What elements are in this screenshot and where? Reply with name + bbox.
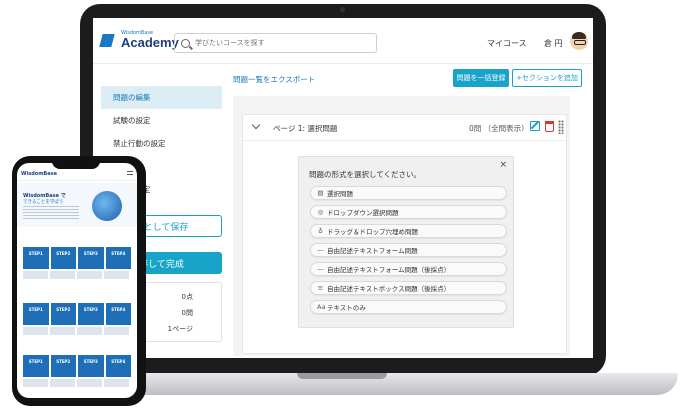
option-text-only[interactable]: Aa テキストのみ: [310, 300, 507, 314]
option-label: 自由記述テキストボックス問題（後採点）: [327, 285, 451, 293]
question-type-options: ▤ 選択問題 ◎ ドロップダウン選択問題 ♁ ドラッグ＆ドロップ穴埋め問題 — …: [310, 186, 507, 319]
step-card: STEP3: [78, 303, 104, 325]
step-card: STEP1: [23, 303, 49, 325]
option-multiple-choice[interactable]: ▤ 選択問題: [310, 186, 507, 200]
question-count: 0問 （全問表示）: [469, 124, 529, 133]
step-card: STEP1: [23, 355, 49, 377]
phone-hero-title: WisdomBase で: [23, 193, 66, 199]
step-card: STEP3: [78, 247, 104, 269]
step-captions: [23, 327, 131, 335]
dialog-title: 問題の形式を選択してください。: [309, 170, 422, 179]
option-dropdown[interactable]: ◎ ドロップダウン選択問題: [310, 205, 507, 219]
menu-icon[interactable]: [127, 171, 133, 175]
drag-drop-icon: ♁: [318, 227, 323, 235]
drag-handle-icon[interactable]: [558, 120, 564, 134]
short-text-icon: —: [317, 246, 324, 254]
text-only-icon: Aa: [317, 303, 326, 311]
step-captions: [23, 271, 131, 279]
phone-steps-row: STEP1 STEP2 STEP3 STEP4: [23, 355, 131, 377]
short-text-graded-icon: —: [317, 265, 324, 273]
phone-hero: WisdomBase で できることを学ぼう: [17, 183, 137, 227]
step-captions: [23, 379, 131, 387]
dropdown-icon: ◎: [317, 208, 324, 216]
option-free-text-form-graded[interactable]: — 自由記述テキストフォーム問題（後採点）: [310, 262, 507, 276]
globe-illustration: [92, 191, 122, 221]
option-label: ドラッグ＆ドロップ穴埋め問題: [327, 228, 418, 236]
close-icon[interactable]: ×: [499, 160, 507, 170]
chevron-down-icon[interactable]: [251, 120, 261, 130]
step-card: STEP1: [23, 247, 49, 269]
option-label: テキストのみ: [327, 304, 366, 312]
step-card: STEP3: [78, 355, 104, 377]
edit-icon[interactable]: [530, 121, 540, 131]
screen-overlay: ページ 1: 選択問題 0問 （全問表示） × 問題の形式を選択してください。 …: [93, 18, 593, 358]
option-label: 自由記述テキストフォーム問題（後採点）: [327, 266, 451, 274]
step-card: STEP4: [105, 303, 131, 325]
phone-hero-subtitle: できることを学ぼう: [23, 200, 64, 205]
phone-notch: [52, 159, 100, 169]
option-free-textbox-graded[interactable]: ≡ 自由記述テキストボックス問題（後採点）: [310, 281, 507, 295]
phone-steps-row: STEP1 STEP2 STEP3 STEP4: [23, 247, 131, 269]
page-title: ページ 1: 選択問題: [273, 124, 338, 133]
option-free-text-form[interactable]: — 自由記述テキストフォーム問題: [310, 243, 507, 257]
page-header: ページ 1: 選択問題 0問 （全問表示）: [243, 115, 566, 141]
camera-dot: [340, 7, 345, 12]
question-type-dialog: × 問題の形式を選択してください。 ▤ 選択問題 ◎ ドロップダウン選択問題 ♁…: [298, 156, 514, 328]
laptop-notch: [297, 373, 387, 379]
step-card: STEP4: [105, 355, 131, 377]
step-card: STEP2: [50, 303, 76, 325]
phone-logo: WisdomBase: [21, 171, 57, 177]
step-card: STEP4: [105, 247, 131, 269]
list-icon: ▤: [317, 189, 324, 197]
step-card: STEP2: [50, 355, 76, 377]
trash-icon[interactable]: [545, 121, 554, 132]
textbox-icon: ≡: [317, 284, 324, 292]
step-card: STEP2: [50, 247, 76, 269]
phone-hero-text-lines: [23, 206, 79, 220]
phone-screen: WisdomBase WisdomBase で できることを学ぼう STEP1 …: [17, 163, 137, 398]
option-label: 選択問題: [327, 190, 353, 198]
option-label: ドロップダウン選択問題: [327, 209, 399, 217]
option-drag-drop[interactable]: ♁ ドラッグ＆ドロップ穴埋め問題: [310, 224, 507, 238]
phone-steps-row: STEP1 STEP2 STEP3 STEP4: [23, 303, 131, 325]
option-label: 自由記述テキストフォーム問題: [327, 247, 418, 255]
